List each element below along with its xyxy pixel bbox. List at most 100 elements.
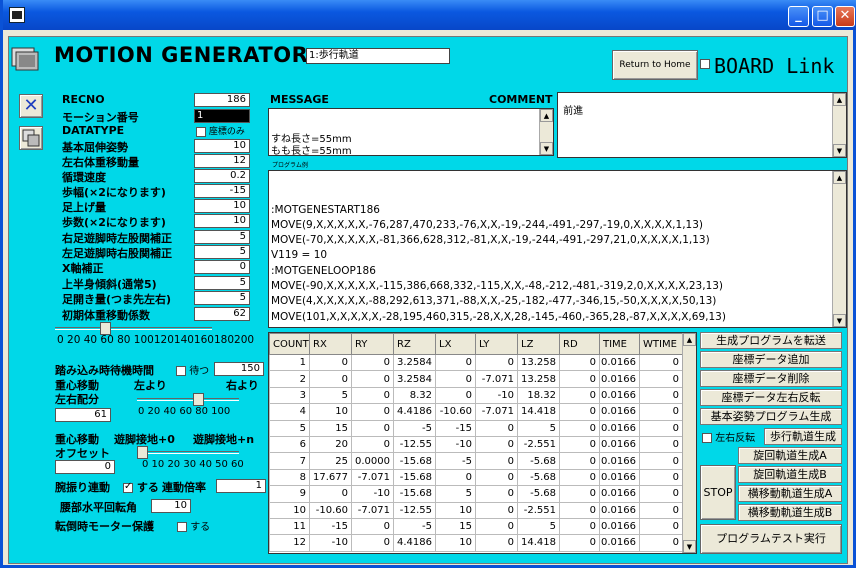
table-cell[interactable]: 0 bbox=[435, 386, 476, 405]
table-cell[interactable]: 0 bbox=[475, 534, 518, 552]
table-cell[interactable]: 18.32 bbox=[517, 386, 560, 405]
waist-value[interactable]: 10 bbox=[151, 499, 191, 513]
param-value[interactable]: 5 bbox=[194, 245, 250, 259]
walk-generate-button[interactable]: 歩行軌道生成 bbox=[764, 428, 842, 445]
table-cell[interactable]: 0 bbox=[639, 353, 683, 372]
close-x-icon[interactable]: ✕ bbox=[19, 94, 43, 118]
param-value[interactable]: 1 bbox=[194, 109, 250, 123]
table-cell[interactable]: 5 bbox=[309, 386, 352, 405]
stop-button[interactable]: STOP bbox=[700, 465, 736, 520]
table-cell[interactable]: 0.0166 bbox=[599, 370, 640, 388]
param-value[interactable]: 186 bbox=[194, 93, 250, 107]
table-cell[interactable]: -10 bbox=[309, 534, 352, 552]
table-cell[interactable]: 0 bbox=[639, 435, 683, 454]
table-cell[interactable]: 11 bbox=[269, 517, 310, 536]
table-cell[interactable]: 25 bbox=[309, 452, 352, 470]
table-cell[interactable]: 0 bbox=[351, 353, 394, 372]
table-cell[interactable]: -10 bbox=[475, 386, 518, 405]
table-cell[interactable]: 0 bbox=[559, 403, 600, 421]
table-cell[interactable]: -5 bbox=[435, 452, 476, 470]
board-link-check[interactable] bbox=[700, 59, 710, 69]
coordinate-table[interactable]: COUNT RX RY RZ LX LY LZ RD TIME WTIME 1 0 0 3.2584 0 0 1… bbox=[268, 332, 697, 554]
table-row[interactable]: 4 10 0 4.4186 -10.60 -7.071 14.418 0 0.0166 0 bbox=[269, 403, 683, 421]
table-cell[interactable]: 0.0166 bbox=[599, 386, 640, 405]
table-cell[interactable]: -5 bbox=[393, 419, 436, 437]
minimize-button[interactable]: _ bbox=[788, 6, 809, 27]
table-cell[interactable]: 0 bbox=[351, 517, 394, 536]
table-cell[interactable]: 0 bbox=[351, 435, 394, 454]
param-value[interactable]: 10 bbox=[194, 214, 250, 228]
stomp-value[interactable]: 150 bbox=[214, 362, 264, 376]
param-value[interactable]: 0 bbox=[194, 260, 250, 274]
param-value[interactable]: 12 bbox=[194, 154, 250, 168]
table-cell[interactable]: 10 bbox=[269, 501, 310, 519]
table-cell[interactable]: -2.551 bbox=[517, 501, 560, 519]
table-cell[interactable]: 0 bbox=[559, 353, 600, 372]
table-cell[interactable]: -7.071 bbox=[351, 501, 394, 519]
table-cell[interactable]: 0 bbox=[475, 435, 518, 454]
table-cell[interactable]: 0 bbox=[435, 370, 476, 388]
table-cell[interactable]: 0 bbox=[639, 370, 683, 388]
table-cell[interactable]: 15 bbox=[435, 517, 476, 536]
table-cell[interactable]: 0.0166 bbox=[599, 501, 640, 519]
mode-field[interactable]: 1:歩行軌道 bbox=[306, 48, 450, 64]
table-cell[interactable]: 0 bbox=[475, 468, 518, 487]
table-cell[interactable]: 12 bbox=[269, 534, 310, 552]
table-cell[interactable]: 0.0166 bbox=[599, 534, 640, 552]
return-home-button[interactable]: Return to Home bbox=[612, 50, 698, 80]
table-cell[interactable]: 0 bbox=[639, 419, 683, 437]
param-value[interactable]: 62 bbox=[194, 307, 250, 321]
arm-checkbox[interactable]: する bbox=[123, 479, 159, 495]
mirror-coordinate-button[interactable]: 座標データ左右反転 bbox=[700, 389, 842, 406]
close-button[interactable]: ✕ bbox=[835, 6, 855, 27]
param-value[interactable]: 5 bbox=[194, 230, 250, 244]
table-cell[interactable]: 0.0166 bbox=[599, 452, 640, 470]
table-cell[interactable]: 4.4186 bbox=[393, 403, 436, 421]
table-row[interactable]: 7 25 0.0000 -15.68 -5 0 -5.68 0 0.0166 0 bbox=[269, 452, 683, 470]
table-cell[interactable]: 3 bbox=[269, 386, 310, 405]
cog-value[interactable]: 61 bbox=[55, 408, 111, 422]
slider-thumb[interactable] bbox=[192, 393, 204, 406]
table-cell[interactable]: 17.677 bbox=[309, 468, 352, 487]
table-cell[interactable]: 0 bbox=[559, 501, 600, 519]
table-cell[interactable]: 0 bbox=[475, 353, 518, 372]
table-cell[interactable]: 0 bbox=[639, 386, 683, 405]
datatype-checkbox[interactable]: 座標のみ bbox=[196, 124, 245, 137]
table-cell[interactable]: 0 bbox=[351, 534, 394, 552]
column-header[interactable]: TIME bbox=[599, 333, 640, 355]
table-cell[interactable]: 0.0166 bbox=[599, 435, 640, 454]
table-cell[interactable]: 0 bbox=[475, 419, 518, 437]
rotate-b-button[interactable]: 旋回軌道生成B bbox=[738, 466, 842, 483]
table-cell[interactable]: -10.60 bbox=[309, 501, 352, 519]
table-cell[interactable]: 0 bbox=[309, 370, 352, 388]
table-cell[interactable]: 14.418 bbox=[517, 403, 560, 421]
param-value[interactable]: 0.2 bbox=[194, 169, 250, 183]
table-cell[interactable]: 0.0166 bbox=[599, 419, 640, 437]
table-cell[interactable]: 0 bbox=[435, 468, 476, 487]
table-cell[interactable]: 0 bbox=[639, 485, 683, 503]
table-cell[interactable]: 8 bbox=[269, 468, 310, 487]
column-header[interactable]: COUNT bbox=[269, 333, 310, 355]
table-cell[interactable]: 0.0000 bbox=[351, 452, 394, 470]
table-cell[interactable]: 0 bbox=[309, 485, 352, 503]
table-cell[interactable]: 15 bbox=[309, 419, 352, 437]
table-cell[interactable]: 5 bbox=[269, 419, 310, 437]
table-cell[interactable]: 0 bbox=[559, 435, 600, 454]
table-cell[interactable]: -15.68 bbox=[393, 485, 436, 503]
table-row[interactable]: 9 0 -10 -15.68 5 0 -5.68 0 0.0166 0 bbox=[269, 485, 683, 503]
side-a-button[interactable]: 横移動軌道生成A bbox=[738, 485, 842, 502]
table-cell[interactable]: -7.071 bbox=[475, 403, 518, 421]
basic-pose-button[interactable]: 基本姿勢プログラム生成 bbox=[700, 408, 842, 425]
table-cell[interactable]: -10 bbox=[351, 485, 394, 503]
table-row[interactable]: 1 0 0 3.2584 0 0 13.258 0 0.0166 0 bbox=[269, 353, 683, 372]
table-cell[interactable]: 13.258 bbox=[517, 370, 560, 388]
table-cell[interactable]: 0 bbox=[475, 485, 518, 503]
offset-value[interactable]: 0 bbox=[55, 460, 115, 474]
table-cell[interactable]: -15.68 bbox=[393, 468, 436, 487]
table-cell[interactable]: 0.0166 bbox=[599, 403, 640, 421]
table-cell[interactable]: 0 bbox=[559, 452, 600, 470]
table-row[interactable]: 11 -15 0 -5 15 0 5 0 0.0166 0 bbox=[269, 517, 683, 536]
table-cell[interactable]: 0 bbox=[475, 501, 518, 519]
table-cell[interactable]: 0 bbox=[559, 419, 600, 437]
slider-thumb[interactable] bbox=[137, 446, 148, 459]
